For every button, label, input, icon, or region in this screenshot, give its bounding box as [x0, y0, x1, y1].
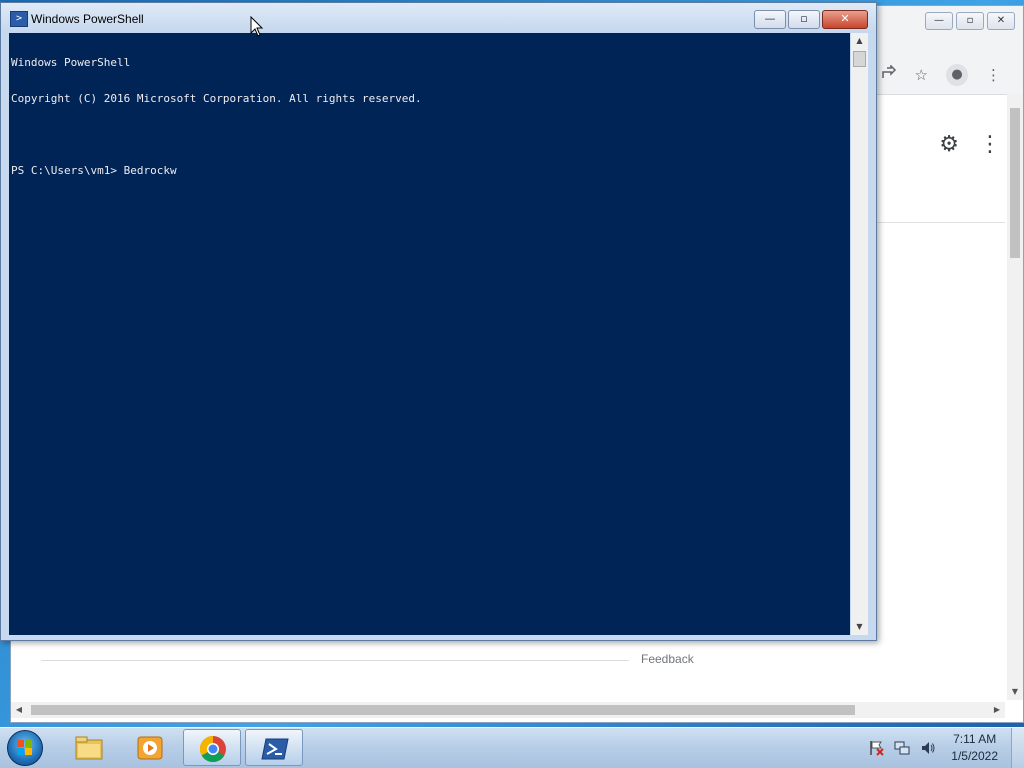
minimize-button[interactable]: — — [754, 10, 786, 29]
scroll-left-arrow-icon[interactable]: ◀ — [11, 702, 27, 718]
system-tray: 7:11 AM 1/5/2022 — [867, 728, 1024, 768]
console-output[interactable]: Windows PowerShell Copyright (C) 2016 Mi… — [9, 33, 850, 635]
taskbar-item-file-explorer[interactable] — [60, 729, 118, 766]
maximize-button[interactable]: ▫ — [788, 10, 820, 29]
scroll-down-arrow-icon[interactable]: ▼ — [1007, 684, 1023, 700]
console-line: Windows PowerShell — [11, 56, 131, 69]
scroll-up-arrow-icon[interactable]: ▲ — [851, 33, 868, 49]
star-icon[interactable]: ☆ — [915, 66, 928, 84]
close-button[interactable]: ✕ — [822, 10, 868, 29]
scroll-right-arrow-icon[interactable]: ▶ — [989, 702, 1005, 718]
taskbar-item-powershell[interactable] — [245, 729, 303, 766]
clock-date: 1/5/2022 — [951, 749, 998, 763]
profile-icon[interactable]: ● — [946, 64, 968, 86]
show-desktop-button[interactable] — [1011, 728, 1024, 768]
browser-toolbar-icons: ☆ ● ⋮ — [881, 64, 1001, 86]
browser-maximize-button[interactable]: ▫ — [956, 12, 984, 30]
chrome-icon — [199, 735, 226, 763]
share-icon[interactable] — [881, 64, 897, 85]
mouse-cursor-icon — [250, 16, 264, 37]
powershell-window[interactable]: > Windows PowerShell — ▫ ✕ Windows Power… — [0, 2, 877, 641]
console-scroll-thumb[interactable] — [853, 51, 866, 67]
clock-time: 7:11 AM — [953, 732, 997, 746]
console-line: Copyright (C) 2016 Microsoft Corporation… — [11, 92, 422, 105]
volume-icon[interactable] — [919, 740, 937, 756]
folder-icon — [75, 736, 103, 760]
window-controls: — ▫ ✕ — [754, 10, 868, 29]
browser-horizontal-scrollbar[interactable]: ◀ ▶ — [11, 702, 1005, 718]
console-vertical-scrollbar[interactable]: ▲ ▼ — [851, 33, 868, 635]
windows-logo-icon — [17, 740, 32, 755]
action-center-flag-icon[interactable] — [867, 740, 885, 756]
taskbar-item-chrome[interactable] — [183, 729, 241, 766]
powershell-titlebar[interactable]: > Windows PowerShell — ▫ ✕ — [1, 3, 876, 33]
horizontal-scroll-thumb[interactable] — [31, 705, 855, 715]
gear-icon[interactable]: ⚙ — [939, 132, 959, 157]
more-icon[interactable]: ⋮ — [986, 66, 1001, 84]
divider — [877, 222, 1005, 223]
start-button[interactable] — [7, 730, 43, 766]
powershell-icon — [261, 738, 289, 760]
scroll-down-arrow-icon[interactable]: ▼ — [851, 619, 868, 635]
feedback-link[interactable]: Feedback — [641, 652, 694, 666]
taskbar: 7:11 AM 1/5/2022 — [0, 727, 1024, 768]
system-clock[interactable]: 7:11 AM 1/5/2022 — [951, 731, 998, 765]
browser-window-controls: — ▫ ✕ — [925, 12, 1015, 30]
console-prompt-line[interactable]: PS C:\Users\vm1> Bedrockw — [11, 165, 848, 177]
browser-vertical-scrollbar[interactable]: ▼ — [1007, 94, 1023, 700]
media-player-icon — [137, 736, 163, 760]
taskbar-item-media-player[interactable] — [121, 729, 179, 766]
network-icon[interactable] — [893, 740, 911, 756]
browser-close-button[interactable]: ✕ — [987, 12, 1015, 30]
window-title: Windows PowerShell — [31, 12, 144, 26]
footer-divider — [41, 660, 629, 661]
scroll-thumb[interactable] — [1010, 108, 1020, 258]
browser-minimize-button[interactable]: — — [925, 12, 953, 30]
powershell-icon: > — [10, 11, 28, 27]
more-vertical-icon[interactable]: ⋮ — [979, 132, 1001, 157]
settings-area: ⚙ ⋮ — [939, 132, 1001, 157]
